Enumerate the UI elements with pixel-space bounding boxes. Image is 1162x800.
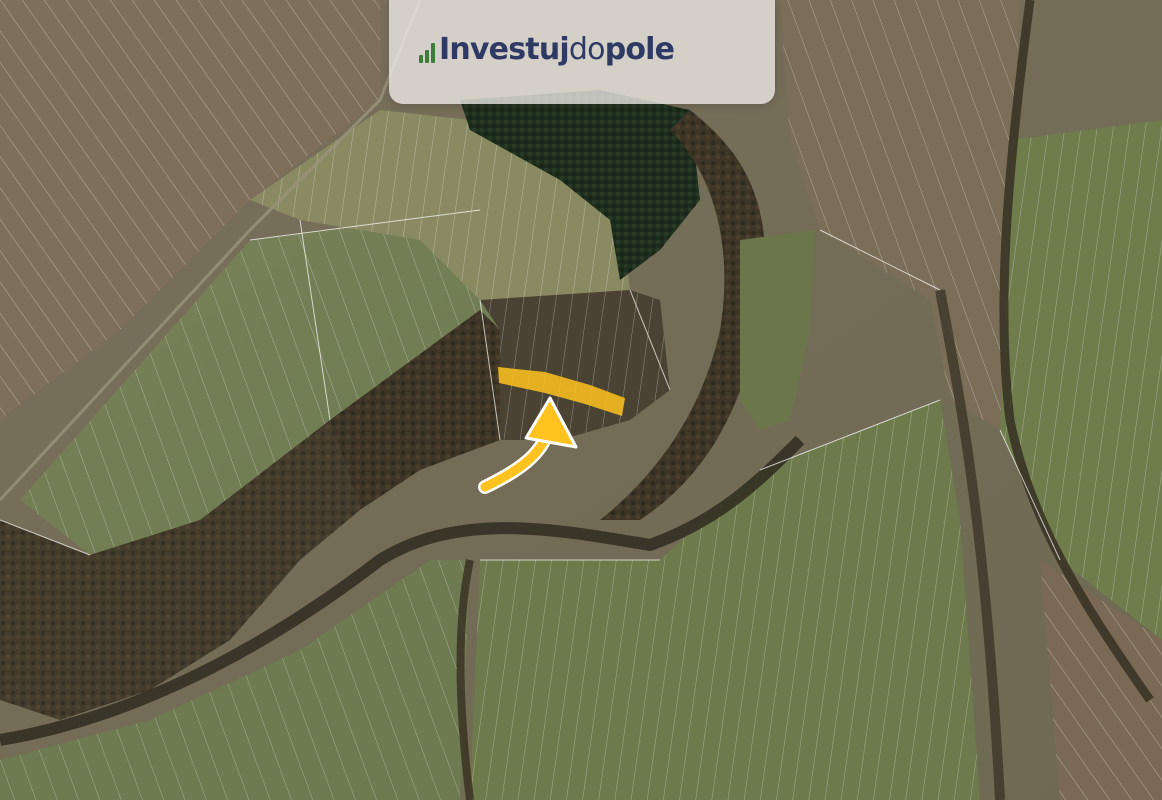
logo-text: Investujdopole xyxy=(439,30,675,70)
bar-chart-icon xyxy=(419,34,435,70)
logo-panel: Investujdopole xyxy=(389,0,775,104)
logo[interactable]: Investujdopole xyxy=(419,30,675,70)
logo-word-pole: pole xyxy=(604,32,675,67)
logo-word-do: do xyxy=(568,32,606,67)
aerial-map[interactable] xyxy=(0,0,1162,800)
logo-word-investuj: Investuj xyxy=(439,32,570,67)
